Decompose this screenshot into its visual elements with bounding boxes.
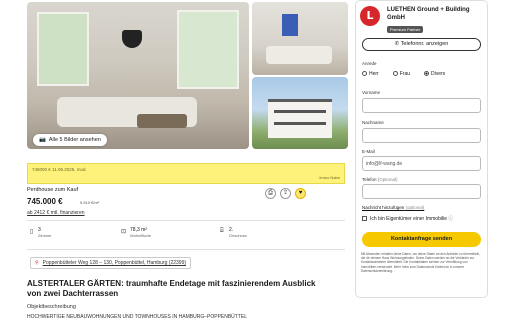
fact-rooms-text: 3 Zimmer — [38, 227, 52, 238]
fact-area-text: 78,3 m² Wohnfläche — [130, 227, 151, 238]
lastname-field[interactable] — [362, 128, 481, 143]
listing-headline: ALSTERTALER GÄRTEN: traumhafte Endetage … — [27, 279, 316, 298]
heart-icon: ♥ — [298, 190, 303, 196]
info-icon[interactable]: ⓘ — [448, 216, 453, 222]
area-label: Wohnfläche — [130, 233, 152, 238]
price-per-sqm: 9.510 €/m² — [80, 200, 100, 205]
phone-icon: ✆ — [394, 41, 400, 47]
divider — [27, 249, 345, 250]
add-message-link[interactable]: Nachricht hinzufügen (optional) — [362, 205, 424, 210]
address-text: Poppenbütteler Weg 128 – 130, Poppenbütt… — [42, 260, 187, 266]
property-type: Penthouse zum Kauf — [27, 187, 79, 193]
company-name[interactable]: LUETHEN Ground + Building GmbH — [387, 6, 483, 22]
company-logo: L — [360, 6, 380, 26]
rooms-label: Zimmer — [38, 233, 52, 238]
privacy-disclaimer: Mit Absenden erhalten deine Daten, um de… — [361, 252, 481, 273]
show-phone-button[interactable]: ✆ Telefonnr. anzeigen — [362, 38, 481, 51]
firstname-label: Vorname — [362, 90, 381, 95]
camera-icon: 📷 — [39, 137, 46, 143]
area-icon: ⊡ — [121, 229, 127, 235]
floor-label: Geschoss — [229, 233, 247, 238]
print-button[interactable]: ⎙ — [265, 188, 276, 199]
firstname-field[interactable] — [362, 98, 481, 113]
salutation-radio-group: Herr Frau Divers — [362, 71, 445, 77]
main-photo[interactable] — [27, 2, 249, 149]
share-icon: ⇪ — [282, 190, 289, 196]
fact-rooms: ▯ — [30, 228, 33, 235]
financing-link[interactable]: ab 2412 € mtl. finanzieren — [27, 210, 85, 216]
secondary-photo-exterior[interactable] — [252, 77, 348, 149]
fact-floor: ⌸ — [220, 228, 224, 235]
door-icon: ▯ — [30, 229, 34, 235]
submit-contact-button[interactable]: Kontaktanfrage senden — [362, 232, 481, 247]
email-field[interactable] — [362, 156, 481, 171]
divider — [27, 220, 345, 221]
ad-banner-source: Immo Nabe — [319, 175, 340, 180]
show-all-photos-label: Alle 5 Bilder ansehen — [48, 137, 101, 143]
radio-frau[interactable]: Frau — [392, 71, 410, 77]
share-button[interactable]: ⇪ — [280, 188, 291, 199]
show-phone-label: Telefonnr. anzeigen — [400, 41, 449, 47]
stairs-icon: ⌸ — [220, 228, 224, 234]
ad-banner[interactable]: 745000 € 11.06.2025, mod Immo Nabe — [27, 163, 345, 184]
owner-checkbox-label: Ich bin Eigentümer einer Immobilie ⓘ — [370, 216, 454, 222]
print-icon: ⎙ — [268, 190, 273, 196]
description-text: HOCHWERTIGE NEUBAUWOHNUNGEN UND TOWNHOUS… — [27, 314, 248, 320]
price: 745.000 € — [27, 197, 63, 206]
lastname-label: Nachname — [362, 120, 384, 125]
premium-partner-badge: Premium Partner — [387, 26, 424, 33]
email-label: E-Mail — [362, 149, 375, 154]
location-pin-icon: ⚲ — [35, 260, 39, 266]
radio-herr[interactable]: Herr — [362, 71, 379, 77]
salutation-label: Anrede — [362, 61, 377, 66]
address-link[interactable]: ⚲ Poppenbütteler Weg 128 – 130, Poppenbü… — [30, 257, 192, 269]
fact-area: ⊡ — [121, 228, 126, 235]
description-heading: Objektbeschreibung — [27, 304, 76, 310]
owner-checkbox[interactable] — [362, 216, 367, 221]
show-all-photos-button[interactable]: 📷 Alle 5 Bilder ansehen — [33, 134, 107, 146]
ad-banner-text: 745000 € 11.06.2025, mod — [32, 167, 86, 172]
phone-field-label: Telefon (Optional) — [362, 177, 398, 182]
phone-field[interactable] — [362, 184, 481, 199]
fact-floor-text: 2. Geschoss — [229, 227, 247, 238]
favorite-button[interactable]: ♥ — [295, 188, 306, 199]
secondary-photo-living[interactable] — [252, 2, 348, 75]
radio-divers[interactable]: Divers — [424, 71, 445, 77]
